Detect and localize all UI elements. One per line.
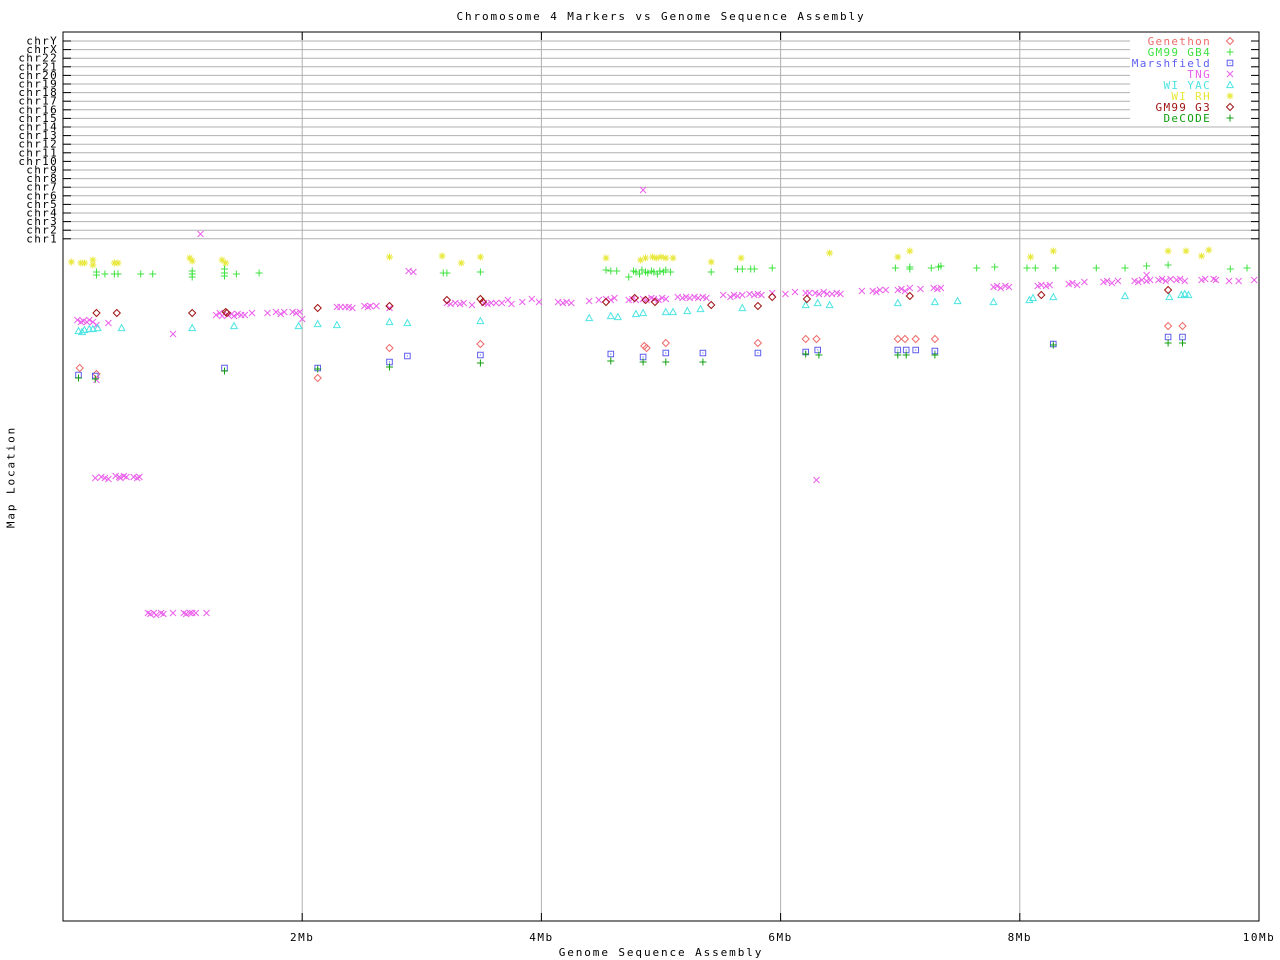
svg-text:4Mb: 4Mb <box>529 931 553 944</box>
chromosome-labels: chrYchrXchr22chr21chr20chr19chr18chr17ch… <box>18 35 58 246</box>
series-wi-rh <box>67 246 1213 269</box>
svg-text:2Mb: 2Mb <box>290 931 314 944</box>
svg-text:DeCODE: DeCODE <box>1163 112 1211 125</box>
chart-canvas: chrYchrXchr22chr21chr20chr19chr18chr17ch… <box>18 31 1276 944</box>
chart: Chromosome 4 Markers vs Genome Sequence … <box>0 0 1280 960</box>
chromosome-gridlines <box>63 40 1259 240</box>
svg-text:6Mb: 6Mb <box>768 931 792 944</box>
plot-border <box>62 31 1260 922</box>
svg-text:chr1: chr1 <box>26 232 58 245</box>
series-gm99-g3 <box>92 285 1173 318</box>
svg-text:10Mb: 10Mb <box>1243 931 1276 944</box>
series-marshfield <box>75 333 1186 380</box>
x-tick-labels: 2Mb 4Mb 6Mb 8Mb 10Mb <box>290 931 1276 944</box>
y-ticks <box>63 40 1259 240</box>
svg-text:8Mb: 8Mb <box>1008 931 1032 944</box>
legend-marker-wi-rh <box>1226 92 1234 100</box>
series-gm99-gb4 <box>93 261 1251 281</box>
series-tng <box>74 186 1258 619</box>
x-gridlines <box>301 32 1021 921</box>
